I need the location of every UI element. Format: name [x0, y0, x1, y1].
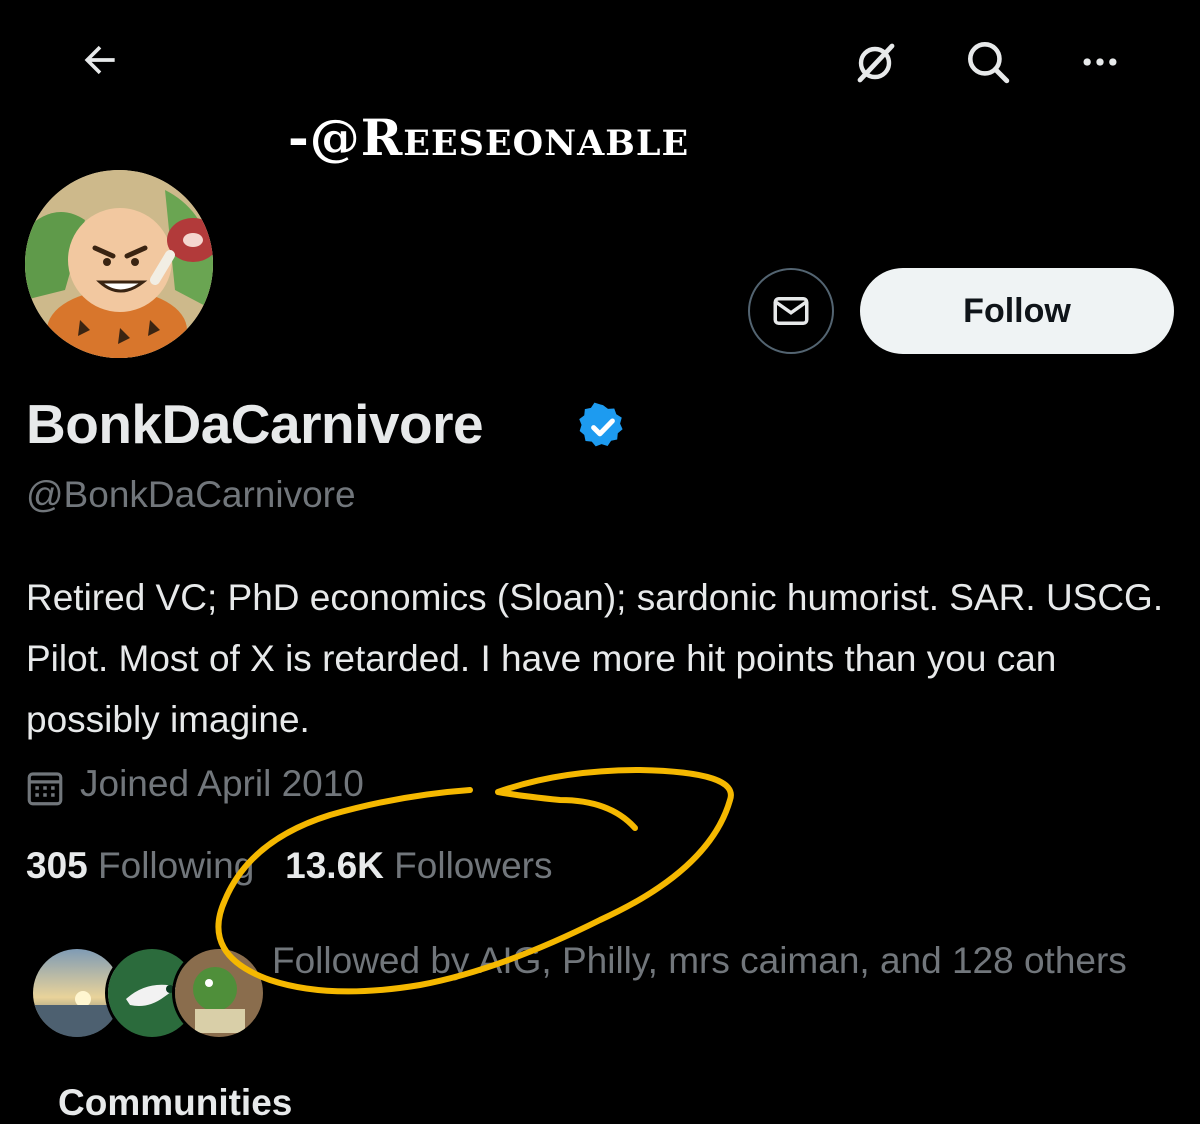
joined-date: Joined April 2010: [80, 763, 364, 804]
display-name: BonkDaCarnivore: [26, 393, 484, 455]
follow-button[interactable]: Follow: [860, 268, 1174, 354]
more-horizontal-icon: [1083, 58, 1117, 66]
search-button[interactable]: [956, 30, 1020, 94]
avatar-image: [25, 170, 213, 358]
followed-by-text[interactable]: Followed by AIG, Philly, mrs caiman, and…: [272, 933, 1132, 989]
followers-link[interactable]: 13.6K Followers: [285, 845, 552, 886]
following-label: Following: [98, 845, 255, 886]
avatar[interactable]: [25, 170, 213, 358]
followers-label: Followers: [394, 845, 553, 886]
following-link[interactable]: 305 Following: [26, 845, 254, 886]
calendar-icon: [24, 767, 66, 809]
verified-badge-icon[interactable]: [578, 402, 628, 452]
grok-button[interactable]: [846, 30, 906, 94]
followers-count: 13.6K: [285, 845, 384, 886]
more-button[interactable]: [1068, 30, 1132, 94]
arrow-left-icon: [84, 45, 115, 75]
search-icon: [968, 42, 1010, 84]
handle: @BonkDaCarnivore: [26, 474, 356, 515]
communities-heading: Communities: [58, 1082, 293, 1123]
bio-text: Retired VC; PhD economics (Sloan); sardo…: [26, 577, 1164, 740]
following-count: 305: [26, 845, 88, 886]
mail-icon: [773, 297, 809, 325]
message-button[interactable]: [748, 268, 834, 354]
follow-stats: 305 Following 13.6K Followers: [26, 845, 553, 887]
watermark-text: -@Reeseonable: [288, 108, 690, 167]
follower-avatar[interactable]: [172, 946, 266, 1040]
grok-icon: [857, 43, 895, 83]
back-button[interactable]: [70, 30, 130, 90]
